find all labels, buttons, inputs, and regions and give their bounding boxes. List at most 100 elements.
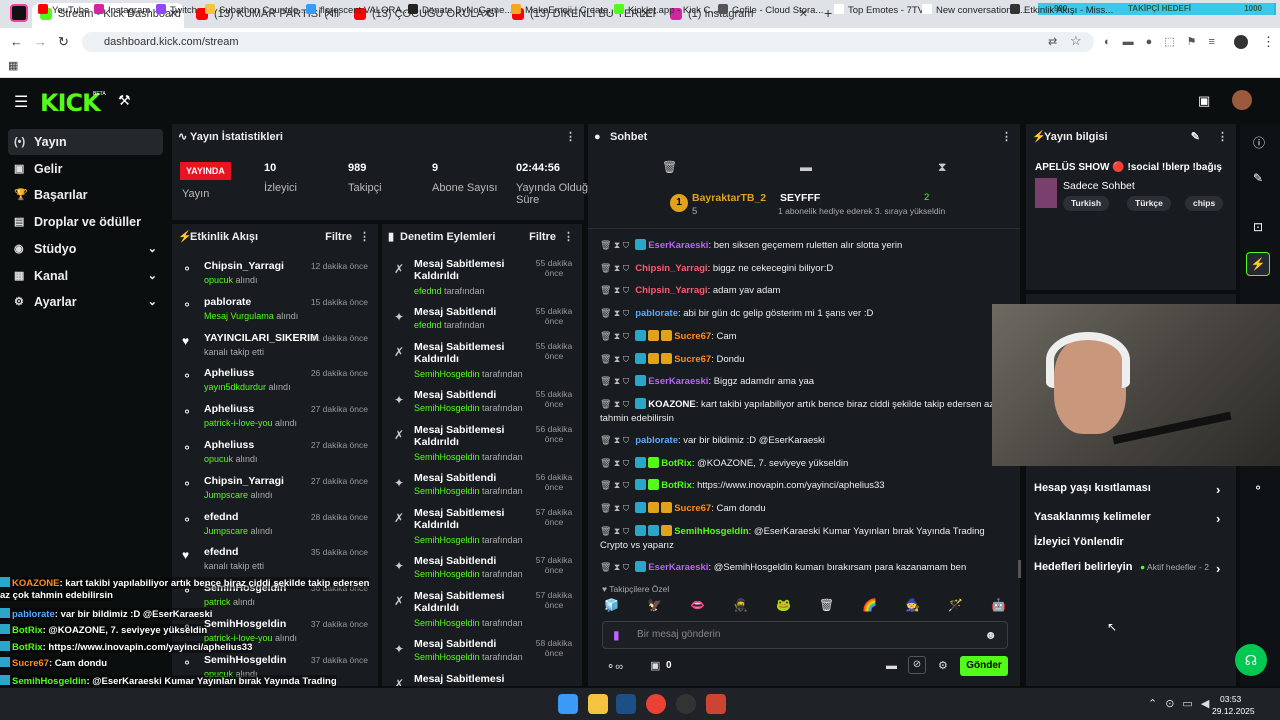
emote-icon[interactable]: 🥷 <box>733 598 748 612</box>
message-controls-icon[interactable]: 🗑 ⧗ ⛉ <box>600 331 629 341</box>
chat-username[interactable]: Sucre67 <box>674 331 711 342</box>
chat-username[interactable]: BotRix <box>661 480 692 491</box>
chat-username[interactable]: Chipsin_Yarragi <box>635 285 707 296</box>
chat-username[interactable]: EserKaraeski <box>648 562 708 573</box>
sidebar-item[interactable]: ▦ Kanal ⌄ <box>8 263 163 289</box>
bookmark-item[interactable]: Subathon Countdo... <box>205 4 306 16</box>
edit-icon[interactable]: ✎ <box>1191 124 1200 150</box>
profile-avatar[interactable] <box>1234 35 1248 49</box>
chat-message[interactable]: 🗑 ⧗ ⛉ Chipsin_Yarragi: biggz ne cekecegin… <box>600 261 1012 276</box>
bookmark-item[interactable]: Top Emotes - 7TV <box>834 4 924 16</box>
chrome-icon[interactable] <box>646 694 666 714</box>
stats-menu-icon[interactable]: ⋮ <box>565 124 576 150</box>
emote-icon[interactable]: 🌈 <box>862 598 877 612</box>
emote-icon[interactable]: 🦅 <box>647 598 662 612</box>
activity-menu-icon[interactable]: ⋮ <box>359 224 370 250</box>
steam-icon[interactable] <box>616 694 636 714</box>
message-controls-icon[interactable]: 🗑 ⧗ ⛉ <box>600 399 629 409</box>
sidebar-item[interactable]: (•) Yayın <box>8 129 163 155</box>
chat-message[interactable]: 🗑 ⧗ ⛉ BotRix: https://www.inovapin.com/ya… <box>600 478 1012 493</box>
apps-icon[interactable]: ▦ <box>8 59 18 72</box>
menu-icon[interactable]: ⋮ <box>1262 34 1275 50</box>
bookmark-star-icon[interactable]: ☆ <box>1070 33 1082 49</box>
emote-icon[interactable]: 🐸 <box>776 598 791 612</box>
chat-username[interactable]: Sucre67 <box>674 503 711 514</box>
hamburger-menu-icon[interactable]: ☰ <box>14 92 28 112</box>
chat-message[interactable]: 🗑 ⧗ ⛉ Sucre67: Cam <box>600 329 1012 344</box>
explorer-icon[interactable] <box>588 694 608 714</box>
chat-username[interactable]: pablorate <box>635 308 678 319</box>
emote-icon[interactable]: 🪄 <box>948 598 963 612</box>
chat-message[interactable]: 🗑 ⧗ ⛉ Sucre67: Cam dondu <box>600 501 1012 516</box>
settings-row[interactable]: Hesap yaşı kısıtlaması › <box>1034 482 1234 498</box>
message-controls-icon[interactable]: 🗑 ⧗ ⛉ <box>600 503 629 513</box>
tab-search-icon[interactable] <box>10 4 28 22</box>
message-controls-icon[interactable]: 🗑 ⧗ ⛉ <box>600 435 629 445</box>
message-controls-icon[interactable]: 🗑 ⧗ ⛉ <box>600 458 629 468</box>
message-controls-icon[interactable]: 🗑 ⧗ ⛉ <box>600 480 629 490</box>
chat-message[interactable]: 🗑 ⧗ ⛉ BotRix: @KOAZONE, 7. seviyeye yükse… <box>600 456 1012 471</box>
camera-icon[interactable]: ▣ <box>1198 93 1210 109</box>
extensions-icons[interactable]: ◐▬●⬚⚑≡ <box>1104 35 1227 48</box>
location-icon[interactable] <box>706 694 726 714</box>
message-controls-icon[interactable]: 🗑 ⧗ ⛉ <box>600 285 629 295</box>
chat-message[interactable]: 🗑 ⧗ ⛉ SemihHosgeldin: @EserKaraeski Kumar… <box>600 524 1012 553</box>
chat-input[interactable]: ▮ Bir mesaj gönderin ☻ <box>602 621 1008 649</box>
sidebar-item[interactable]: 🏆 Başarılar <box>8 182 163 208</box>
emote-icon[interactable]: 👄 <box>690 598 705 612</box>
start-icon[interactable] <box>558 694 578 714</box>
message-controls-icon[interactable]: 🗑 ⧗ ⛉ <box>600 526 629 536</box>
stream-tag[interactable]: chips <box>1185 196 1224 211</box>
bookmark-item[interactable]: MakeEmoji | Create... <box>511 4 616 16</box>
chat-message[interactable]: 🗑 ⧗ ⛉ EserKaraeski: @SemihHosgeldin kumar… <box>600 560 1012 575</box>
mic-icon[interactable]: ▮ <box>613 628 620 642</box>
settings-row[interactable]: Hedefleri belirleyin ● Aktif hedefler - 2… <box>1034 561 1234 577</box>
sidebar-item[interactable]: ⚙ Ayarlar ⌄ <box>8 289 163 315</box>
back-icon[interactable]: ← <box>10 34 23 49</box>
chat-message[interactable]: 🗑 ⧗ ⛉ EserKaraeski: Biggz adamdır ama yaa <box>600 374 1012 389</box>
emote-icon[interactable]: 🤖 <box>991 598 1006 612</box>
message-controls-icon[interactable]: 🗑 ⧗ ⛉ <box>600 308 629 318</box>
chat-message[interactable]: 🗑 ⧗ ⛉ pablorate: abi bir gün dc gelip gös… <box>600 306 1012 321</box>
chat-username[interactable]: Sucre67 <box>674 354 711 365</box>
sidebar-item[interactable]: ◉ Stüdyo ⌄ <box>8 236 163 262</box>
chat-username[interactable]: EserKaraeski <box>648 376 708 387</box>
emoji-icon[interactable]: ☻ <box>984 628 997 642</box>
chat-username[interactable]: BotRix <box>661 458 692 469</box>
bookmark-item[interactable]: Gofile - Cloud Stora... <box>718 4 823 16</box>
info-rail-icon[interactable]: ⓘ <box>1253 134 1265 151</box>
chat-message[interactable]: 🗑 ⧗ ⛉ Chipsin_Yarragi: adam yav adam <box>600 283 1012 298</box>
hammer-icon[interactable]: ⚒ <box>118 92 131 109</box>
new-tab-button[interactable]: + <box>824 5 832 21</box>
speech-icon[interactable]: ▬ <box>800 160 812 174</box>
tray-icons[interactable]: ⌃⊙▭◀ <box>1148 697 1217 710</box>
chat-scrollbar[interactable] <box>1018 560 1021 578</box>
emote-icon[interactable]: 🗑 <box>819 598 834 612</box>
user-avatar[interactable] <box>1232 90 1252 110</box>
bookmark-item[interactable]: Etkinlik Akışı - Miss... <box>1010 4 1113 16</box>
chat-username[interactable]: EserKaraeski <box>648 240 708 251</box>
kick-logo[interactable]: KICK <box>40 89 101 117</box>
settings-row[interactable]: İzleyici Yönlendir <box>1034 536 1234 552</box>
emote-icon[interactable]: 🧊 <box>604 598 619 612</box>
chat-message[interactable]: 🗑 ⧗ ⛉ Sucre67: Dondu <box>600 352 1012 367</box>
chat-message[interactable]: 🗑 ⧗ ⛉ pablorate: var bir bildimiz :D @Ese… <box>600 433 1012 448</box>
share-rail-icon[interactable]: ⚬ <box>1253 481 1263 495</box>
chat-emote-toggle-icon[interactable]: ▬ <box>886 660 897 672</box>
message-controls-icon[interactable]: 🗑 ⧗ ⛉ <box>600 263 629 273</box>
edit-rail-icon[interactable]: ✎ <box>1253 171 1263 185</box>
bookmark-item[interactable]: Donate ByNoGame... <box>408 4 512 16</box>
chat-message[interactable]: 🗑 ⧗ ⛉ KOAZONE: kart takibi yapılabiliyor … <box>600 397 1012 426</box>
help-button[interactable]: ☊ <box>1235 644 1267 676</box>
chat-settings-icon[interactable]: ⚙ <box>938 659 948 672</box>
forward-icon[interactable]: → <box>34 34 47 49</box>
gift-icon[interactable]: ▣ <box>650 659 660 672</box>
settings-row[interactable]: Yasaklanmış kelimeler › <box>1034 511 1234 527</box>
bookmark-item[interactable]: Kicklet.app - Kick C... <box>614 4 718 16</box>
moderation-menu-icon[interactable]: ⋮ <box>563 224 574 250</box>
stream-tag[interactable]: Turkish <box>1063 196 1110 211</box>
chat-username[interactable]: SemihHosgeldin <box>674 526 748 537</box>
mute-icon[interactable]: ⊘ <box>908 656 926 674</box>
moderation-filter-button[interactable]: Filtre <box>529 224 556 250</box>
reload-icon[interactable]: ↻ <box>58 34 69 50</box>
